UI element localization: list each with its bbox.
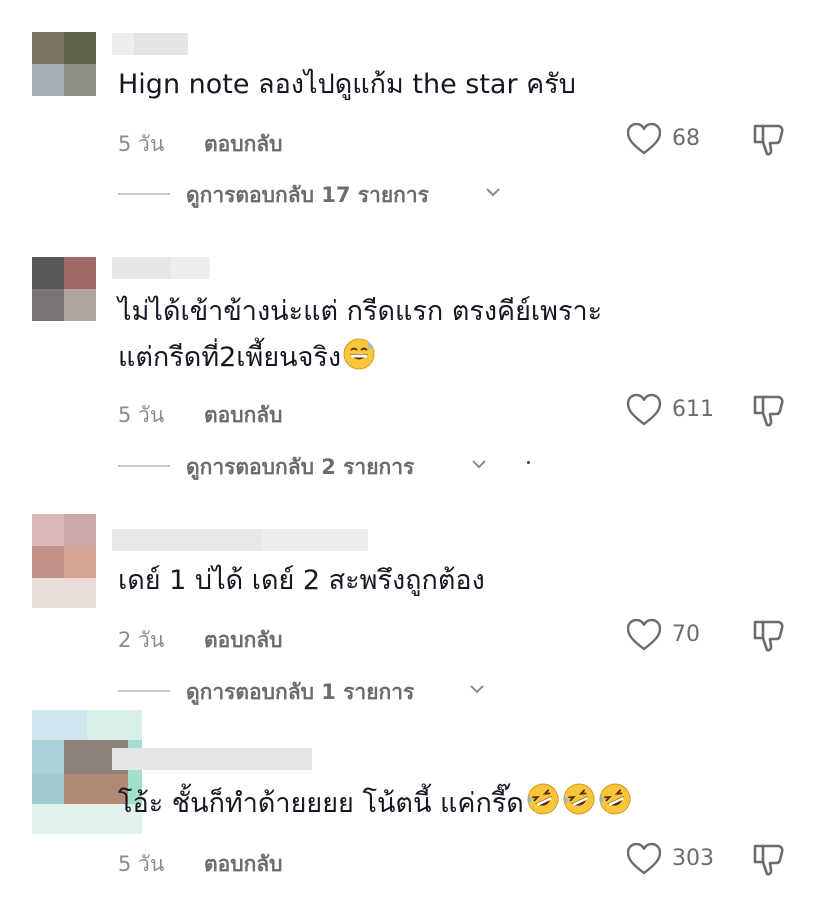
- view-replies-label: ดูการตอบกลับ 2 รายการ: [186, 455, 415, 479]
- comment-text-line: โอ้ะ ชั้นก็ทำด้ายยยย โน้ตนี้ แค่กรี๊ด: [118, 788, 524, 819]
- comment-date: 5 วัน: [118, 403, 165, 427]
- like-button[interactable]: 70: [626, 616, 746, 656]
- like-count: 68: [672, 126, 700, 151]
- like-button[interactable]: 303: [626, 840, 746, 880]
- chevron-down-icon: [472, 460, 486, 469]
- comment-date: 2 วัน: [118, 628, 165, 652]
- like-count: 70: [672, 622, 700, 647]
- dislike-button[interactable]: [748, 391, 788, 431]
- stray-dot: [527, 461, 530, 464]
- thumbs-down-icon: [753, 395, 784, 427]
- dislike-button[interactable]: [748, 840, 788, 880]
- reply-button[interactable]: ตอบกลับ: [204, 128, 283, 161]
- like-count: 611: [672, 397, 714, 422]
- dislike-button[interactable]: [748, 120, 788, 160]
- heart-outline-icon: [626, 393, 662, 426]
- rofl-emoji: [526, 782, 560, 831]
- heart-outline-icon: [626, 618, 662, 651]
- like-button[interactable]: 611: [626, 391, 746, 431]
- divider-line: [118, 690, 170, 692]
- chevron-down-icon: [486, 188, 500, 197]
- divider-line: [118, 465, 170, 467]
- comment-text-line: ไม่ได้เข้าข้างน่ะแต่ กรีดแรก ตรงคีย์เพรา…: [118, 296, 603, 327]
- avatar[interactable]: [32, 514, 96, 578]
- thumbs-down-icon: [753, 844, 784, 876]
- avatar-lower-blur: [32, 578, 96, 608]
- comment-text-line: เดย์ 1 บ่ได้ เดย์ 2 สะพรึงถูกต้อง: [118, 565, 485, 596]
- view-replies-label: ดูการตอบกลับ 1 รายการ: [186, 680, 415, 704]
- reply-button[interactable]: ตอบกลับ: [204, 399, 283, 432]
- comment-item: เดย์ 1 บ่ได้ เดย์ 2 สะพรึงถูกต้อง 2 วัน …: [0, 500, 820, 710]
- like-button[interactable]: 68: [626, 120, 746, 160]
- divider-line: [118, 193, 170, 195]
- comment-date: 5 วัน: [118, 132, 165, 156]
- comment-item: ไม่ได้เข้าข้างน่ะแต่ กรีดแรก ตรงคีย์เพรา…: [0, 225, 820, 500]
- grinning-sweat-emoji: [343, 338, 375, 385]
- comment-text-line: Hign note ลองไปดูแก้ม the star ครับ: [118, 69, 576, 100]
- chevron-down-icon: [470, 685, 484, 694]
- comment-text: โอ้ะ ชั้นก็ทำด้ายยยย โน้ตนี้ แค่กรี๊ด: [118, 781, 718, 831]
- comment-item: Hign note ลองไปดูแก้ม the star ครับ 5 วั…: [0, 0, 820, 225]
- reply-button[interactable]: ตอบกลับ: [204, 624, 283, 657]
- dislike-button[interactable]: [748, 616, 788, 656]
- avatar[interactable]: [32, 257, 96, 321]
- comment-text: Hign note ลองไปดูแก้ม the star ครับ: [118, 62, 718, 108]
- like-count: 303: [672, 846, 714, 871]
- comment-text-line-2: แต่กรีดที่2เพี้ยนจริง: [118, 335, 718, 385]
- thumbs-down-icon: [753, 124, 784, 156]
- heart-outline-icon: [626, 842, 662, 875]
- comment-text: เดย์ 1 บ่ได้ เดย์ 2 สะพรึงถูกต้อง: [118, 558, 718, 604]
- view-replies-label: ดูการตอบกลับ 17 รายการ: [186, 183, 429, 207]
- comment-item: โอ้ะ ชั้นก็ทำด้ายยยย โน้ตนี้ แค่กรี๊ด 5 …: [0, 710, 820, 897]
- rofl-emoji: [562, 782, 596, 831]
- comment-text-line: แต่กรีดที่2เพี้ยนจริง: [118, 342, 342, 373]
- avatar[interactable]: [32, 32, 96, 96]
- reply-button[interactable]: ตอบกลับ: [204, 848, 283, 881]
- heart-outline-icon: [626, 122, 662, 155]
- thumbs-down-icon: [753, 620, 784, 652]
- comment-text: ไม่ได้เข้าข้างน่ะแต่ กรีดแรก ตรงคีย์เพรา…: [118, 289, 718, 385]
- rofl-emoji: [598, 782, 632, 831]
- comment-date: 5 วัน: [118, 852, 165, 876]
